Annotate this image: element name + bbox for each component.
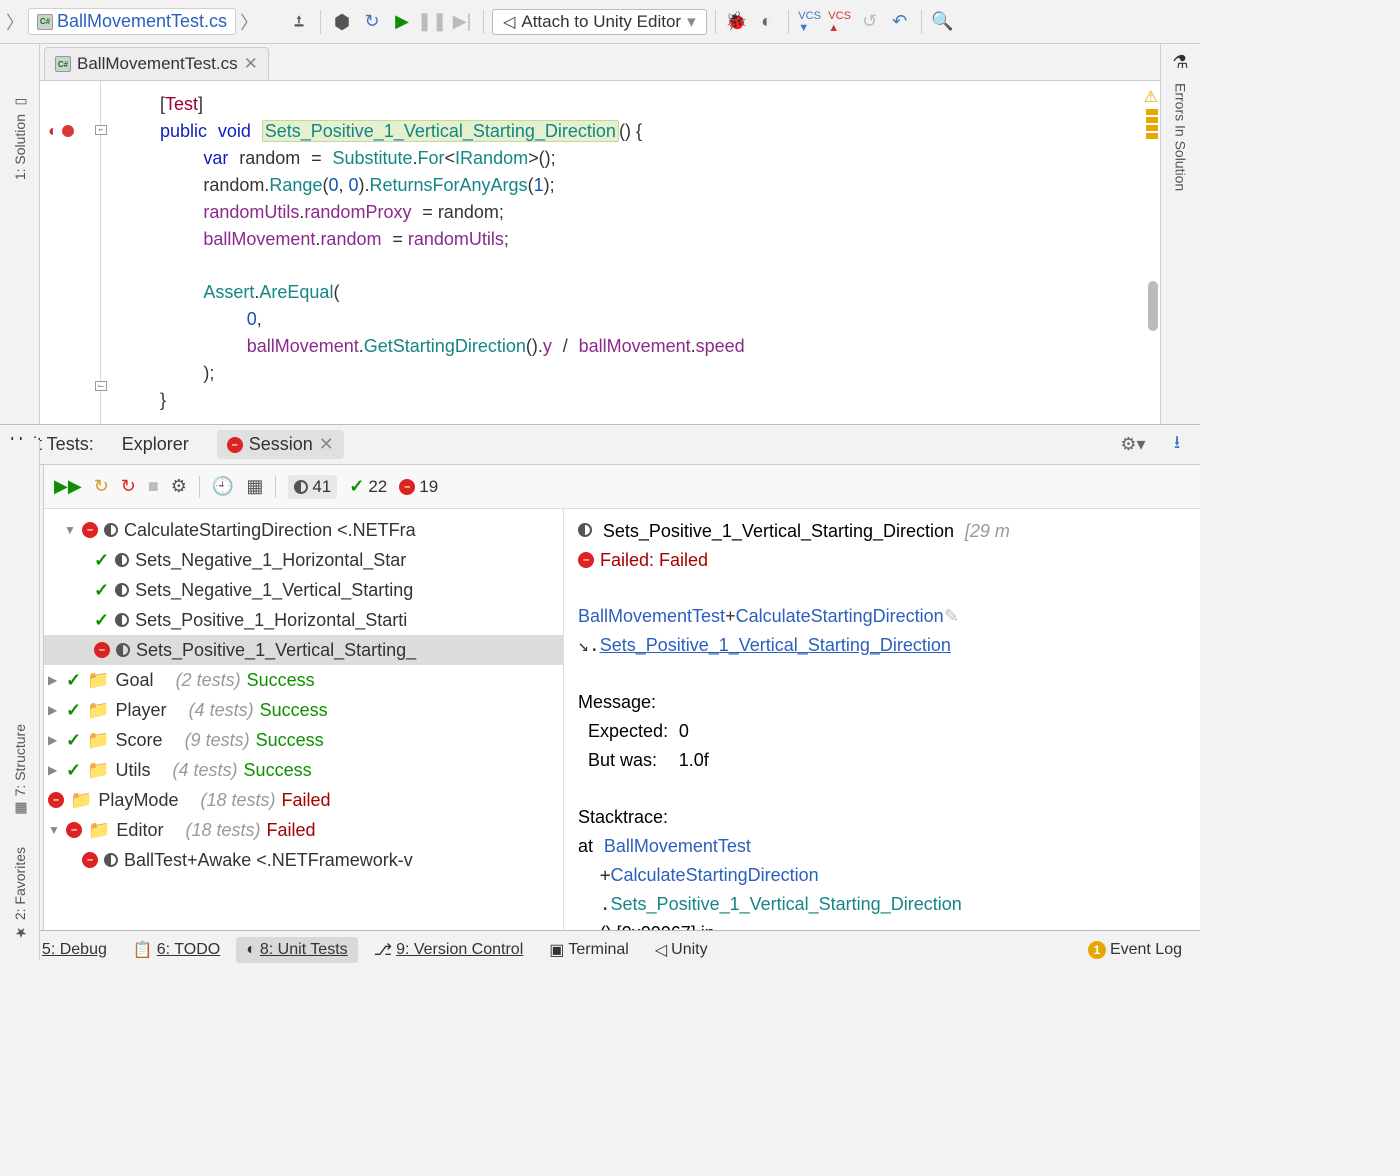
clipboard-icon: 📋 (133, 940, 153, 960)
todo-tool-button[interactable]: 📋6: TODO (123, 936, 230, 964)
main-toolbar: 〉 BallMovementTest.cs 〉 ↻ ▶ ❚❚ ▶| ◁ Atta… (0, 0, 1200, 44)
editor-tab[interactable]: BallMovementTest.cs ✕ (44, 47, 269, 80)
history-icon[interactable]: ↺ (857, 9, 883, 35)
editor-tab-bar: BallMovementTest.cs ✕ (40, 44, 1160, 81)
unity-icon: ◁ (503, 12, 515, 32)
gutter-breakpoint-icon[interactable] (62, 125, 74, 137)
run-all-icon[interactable]: ▶▶ (54, 476, 82, 497)
play-icon[interactable]: ▶ (389, 9, 415, 35)
stop-icon[interactable]: ■ (148, 476, 159, 497)
left-tool-stripe: 1: Solution ▭ (0, 44, 40, 424)
terminal-icon: ▣ (549, 940, 564, 960)
count-all[interactable]: 41 (288, 475, 337, 499)
test-tree[interactable]: ▼– CalculateStartingDirection <.NETFra ✓… (44, 509, 564, 930)
csharp-file-icon (55, 56, 71, 72)
tab-explorer[interactable]: Explorer (112, 430, 199, 459)
vcs-pull-icon[interactable]: VCS▼ (797, 9, 823, 35)
vcs-push-icon[interactable]: VCS▲ (827, 9, 853, 35)
breadcrumb-chevron-icon: 〉 (240, 9, 258, 35)
step-icon[interactable]: ▶| (449, 9, 475, 35)
gutter-error-icon[interactable]: ◐ (48, 123, 58, 141)
breadcrumb-chevron-icon: 〉 (6, 9, 24, 35)
csharp-file-icon (37, 14, 53, 30)
errors-tool-button[interactable]: Errors In Solution (1173, 73, 1189, 201)
unit-tests-tool-button[interactable]: ◐8: Unit Tests (236, 937, 357, 963)
flask-icon[interactable]: ⚗ (1172, 52, 1188, 73)
unity-icon[interactable] (329, 9, 355, 35)
toolbar-separator (715, 10, 716, 34)
check-icon: ✓ (349, 476, 364, 497)
event-log-button[interactable]: 1Event Log (1078, 937, 1192, 963)
tab-filename: BallMovementTest.cs (77, 54, 238, 74)
selected-test-row: – Sets_Positive_1_Vertical_Starting_ (44, 635, 563, 665)
toolbar-separator (483, 10, 484, 34)
solution-tool-button[interactable]: 1: Solution ▭ (12, 84, 28, 190)
back-icon[interactable]: ↶ (887, 9, 913, 35)
tab-session[interactable]: – Session ✕ (217, 430, 344, 459)
run-config-label: Attach to Unity Editor (521, 12, 681, 32)
breadcrumb[interactable]: BallMovementTest.cs (28, 8, 236, 35)
unity-icon: ◁ (655, 940, 667, 960)
terminal-tool-button[interactable]: ▣Terminal (539, 936, 639, 964)
fail-icon: – (82, 522, 98, 538)
count-pass[interactable]: ✓ 22 (349, 476, 387, 497)
bug-icon[interactable]: 🐞 (724, 9, 750, 35)
count-fail[interactable]: – 19 (399, 477, 438, 497)
export-icon[interactable]: ⭳ (1164, 432, 1190, 458)
close-icon[interactable]: ✕ (319, 434, 334, 455)
gear-icon[interactable]: ⚙▾ (1120, 432, 1146, 458)
error-stripe[interactable]: ⚠ (1144, 81, 1160, 424)
settings-icon[interactable]: ⚙ (171, 476, 187, 497)
unity-tool-button[interactable]: ◁Unity (645, 936, 718, 964)
branch-icon: ⎇ (374, 940, 392, 960)
dropdown-chevron-icon: ▾ (687, 12, 696, 32)
code-gutter: ◐ ⌐ ⌙ (40, 81, 120, 424)
warning-icon: ⚠ (1144, 87, 1158, 107)
breadcrumb-file: BallMovementTest.cs (57, 11, 227, 32)
rerun-icon[interactable]: ↻ (94, 476, 109, 497)
vcs-tool-button[interactable]: ⎇9: Version Control (364, 936, 534, 964)
half-icon (294, 480, 308, 494)
fail-icon: – (399, 479, 415, 495)
toolbar-separator (320, 10, 321, 34)
event-badge: 1 (1088, 941, 1106, 959)
pause-icon[interactable]: ❚❚ (419, 9, 445, 35)
close-tab-icon[interactable]: ✕ (244, 54, 258, 74)
toolbar-separator (788, 10, 789, 34)
right-tool-stripe: ⚗ Errors In Solution (1160, 44, 1200, 424)
test-output[interactable]: Sets_Positive_1_Vertical_Starting_Direct… (564, 509, 1200, 930)
favorites-tool-button[interactable]: ★ 2: Favorites (12, 837, 28, 950)
rerun-failed-icon[interactable]: ↻ (121, 476, 136, 497)
fail-icon: – (227, 437, 243, 453)
clock-icon[interactable]: 🕘 (212, 476, 234, 497)
bottom-tool-bar: 🐞5: Debug 📋6: TODO ◐8: Unit Tests ⎇9: Ve… (0, 930, 1200, 968)
coverage-icon[interactable]: ◐ (754, 9, 780, 35)
code-text[interactable]: [Test] public void Sets_Positive_1_Verti… (120, 81, 1160, 424)
tests-icon: ◐ (246, 941, 256, 959)
run-configuration-dropdown[interactable]: ◁ Attach to Unity Editor ▾ (492, 9, 707, 35)
fold-handle-icon[interactable]: ⌐ (95, 125, 107, 135)
search-icon[interactable]: 🔍 (930, 9, 956, 35)
refresh-icon[interactable]: ↻ (359, 9, 385, 35)
layout-icon[interactable]: ▦ (246, 476, 263, 497)
ut-toolbar: ▶▶ ↻ ↻ ■ ⚙ 🕘 ▦ 41 ✓ 22 – 19 (44, 465, 1200, 509)
test-link[interactable]: Sets_Positive_1_Vertical_Starting_Direct… (600, 635, 951, 655)
build-icon[interactable] (286, 9, 312, 35)
structure-tool-button[interactable]: ▦ 7: Structure (12, 714, 28, 826)
unit-tests-panel: Unit Tests: Explorer – Session ✕ ⚙▾ ⭳ ▶ … (0, 424, 1200, 930)
editor-area: BallMovementTest.cs ✕ ◐ ⌐ ⌙ [Test] publi… (40, 44, 1160, 424)
fold-handle-icon[interactable]: ⌙ (95, 381, 107, 391)
unit-tests-header: Unit Tests: Explorer – Session ✕ ⚙▾ ⭳ (0, 425, 1200, 465)
code-editor[interactable]: ◐ ⌐ ⌙ [Test] public void Sets_Positive_1… (40, 81, 1160, 424)
half-icon (578, 523, 592, 537)
scrollbar-thumb[interactable] (1148, 281, 1158, 331)
toolbar-separator (921, 10, 922, 34)
